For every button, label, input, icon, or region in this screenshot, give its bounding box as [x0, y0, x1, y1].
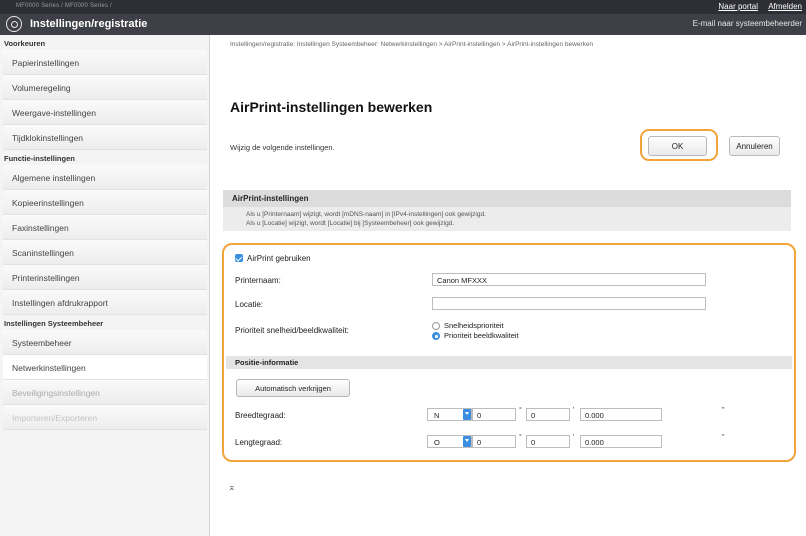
degree-symbol: ° — [519, 407, 522, 414]
minute-symbol: ' — [573, 407, 575, 414]
section-position: Positie-informatie — [226, 356, 792, 369]
app-header: Instellingen/registratie E-mail naar sys… — [0, 14, 806, 35]
longitude-minutes-input[interactable]: 0 — [526, 435, 570, 448]
minute-symbol: ' — [573, 434, 575, 441]
sidebar-section-systeembeheer: Instellingen Systeembeheer — [0, 315, 209, 330]
location-input[interactable] — [432, 297, 706, 310]
sidebar-item-volume[interactable]: Volumeregeling — [3, 75, 207, 100]
section-note: Als u [Printernaam] wijzigt, wordt [mDNS… — [223, 207, 791, 231]
instruction-text: Wijzig de volgende instellingen. — [230, 143, 335, 152]
sidebar: Voorkeuren Papierinstellingen Volumerege… — [0, 35, 210, 536]
sidebar-item-netwerk[interactable]: Netwerkinstellingen — [3, 355, 207, 380]
longitude-label: Lengtegraad: — [235, 438, 283, 447]
top-links: Naar portal Afmelden — [710, 2, 802, 11]
latitude-minutes-input[interactable]: 0 — [526, 408, 570, 421]
settings-logo-icon — [6, 16, 22, 32]
sidebar-item-systeembeheer[interactable]: Systeembeheer — [3, 330, 207, 355]
longitude-direction-value: O — [434, 438, 440, 447]
location-label: Locatie: — [235, 300, 264, 309]
cancel-button[interactable]: Annuleren — [729, 136, 780, 156]
sidebar-item-importeren[interactable]: Importeren/Exporteren — [3, 405, 207, 430]
latitude-seconds-input[interactable]: 0.000 — [580, 408, 662, 421]
sidebar-item-beveiliging[interactable]: Beveiligingsinstellingen — [3, 380, 207, 405]
sidebar-section-voorkeuren: Voorkeuren — [0, 35, 209, 50]
longitude-degrees-input[interactable]: 0 — [472, 435, 516, 448]
second-symbol: " — [722, 407, 725, 414]
longitude-direction-select[interactable]: O — [427, 435, 472, 448]
section-airprint: AirPrint-instellingen — [223, 190, 791, 207]
sidebar-section-functie: Functie-instellingen — [0, 150, 209, 165]
back-to-top-icon[interactable]: ⌅ — [228, 482, 236, 493]
ok-button[interactable]: OK — [648, 136, 707, 156]
sidebar-item-afdrukrapport[interactable]: Instellingen afdrukrapport — [3, 290, 207, 315]
sidebar-item-fax[interactable]: Faxinstellingen — [3, 215, 207, 240]
use-airprint-label: AirPrint gebruiken — [247, 254, 311, 263]
sidebar-item-papier[interactable]: Papierinstellingen — [3, 50, 207, 75]
breadcrumb: Instellingen/registratie: Instellingen S… — [230, 41, 594, 48]
email-admin-link[interactable]: E-mail naar systeembeheerder — [693, 19, 802, 28]
longitude-seconds-input[interactable]: 0.000 — [580, 435, 662, 448]
top-bar: MF0000 Series / MF0000 Series / Naar por… — [0, 0, 806, 14]
radio-quality[interactable] — [432, 332, 440, 340]
sidebar-item-tijdklok[interactable]: Tijdklokinstellingen — [3, 125, 207, 150]
radio-speed-label: Snelheidsprioriteit — [444, 321, 504, 330]
chevron-down-icon — [463, 409, 471, 420]
latitude-degrees-input[interactable]: 0 — [472, 408, 516, 421]
printer-name-input[interactable]: Canon MFXXX — [432, 273, 706, 286]
sidebar-item-kopieer[interactable]: Kopieerinstellingen — [3, 190, 207, 215]
latitude-direction-select[interactable]: N — [427, 408, 472, 421]
app-title: Instellingen/registratie — [30, 18, 148, 30]
logout-link[interactable]: Afmelden — [768, 2, 802, 11]
sidebar-item-weergave[interactable]: Weergave-instellingen — [3, 100, 207, 125]
latitude-direction-value: N — [434, 411, 440, 420]
page-title: AirPrint-instellingen bewerken — [230, 99, 433, 115]
radio-quality-label: Prioriteit beeldkwaliteit — [444, 331, 519, 340]
latitude-label: Breedtegraad: — [235, 411, 286, 420]
portal-link[interactable]: Naar portal — [718, 2, 758, 11]
sidebar-item-algemeen[interactable]: Algemene instellingen — [3, 165, 207, 190]
sidebar-item-printer[interactable]: Printerinstellingen — [3, 265, 207, 290]
sidebar-item-scan[interactable]: Scaninstellingen — [3, 240, 207, 265]
device-model: MF0000 Series / MF0000 Series / — [16, 3, 112, 9]
second-symbol: " — [722, 434, 725, 441]
chevron-down-icon — [463, 436, 471, 447]
priority-label: Prioriteit snelheid/beeldkwaliteit: — [235, 326, 349, 335]
printer-name-label: Printernaam: — [235, 276, 281, 285]
degree-symbol: ° — [519, 434, 522, 441]
auto-obtain-button[interactable]: Automatisch verkrijgen — [236, 379, 350, 397]
note-line-2: Als u [Locatie] wijzigt, wordt [Locatie]… — [246, 220, 455, 227]
use-airprint-checkbox[interactable] — [235, 254, 243, 262]
note-line-1: Als u [Printernaam] wijzigt, wordt [mDNS… — [246, 211, 486, 218]
radio-speed[interactable] — [432, 322, 440, 330]
main-content: Instellingen/registratie: Instellingen S… — [220, 35, 806, 536]
